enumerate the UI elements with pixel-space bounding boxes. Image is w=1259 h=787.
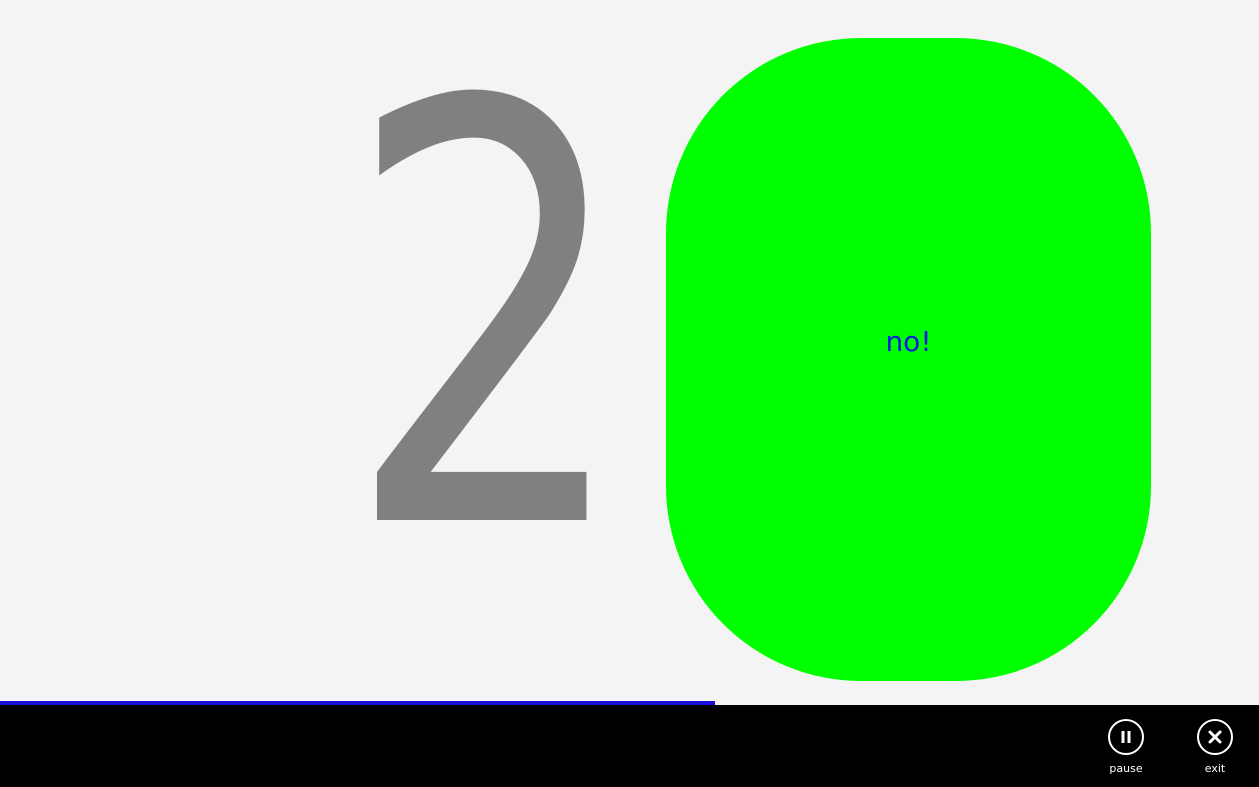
app-bar: pause exit xyxy=(0,705,1259,787)
target-button[interactable]: no! xyxy=(666,38,1151,681)
close-icon xyxy=(1197,719,1233,755)
pause-button[interactable]: pause xyxy=(1096,719,1156,779)
pause-icon xyxy=(1108,719,1144,755)
exit-button[interactable]: exit xyxy=(1185,719,1245,779)
exit-label: exit xyxy=(1204,762,1226,775)
pause-label: pause xyxy=(1109,762,1143,775)
target-label: no! xyxy=(885,325,932,358)
countdown-number: 2 xyxy=(343,0,632,657)
game-stage: 2 no! xyxy=(0,0,1259,705)
